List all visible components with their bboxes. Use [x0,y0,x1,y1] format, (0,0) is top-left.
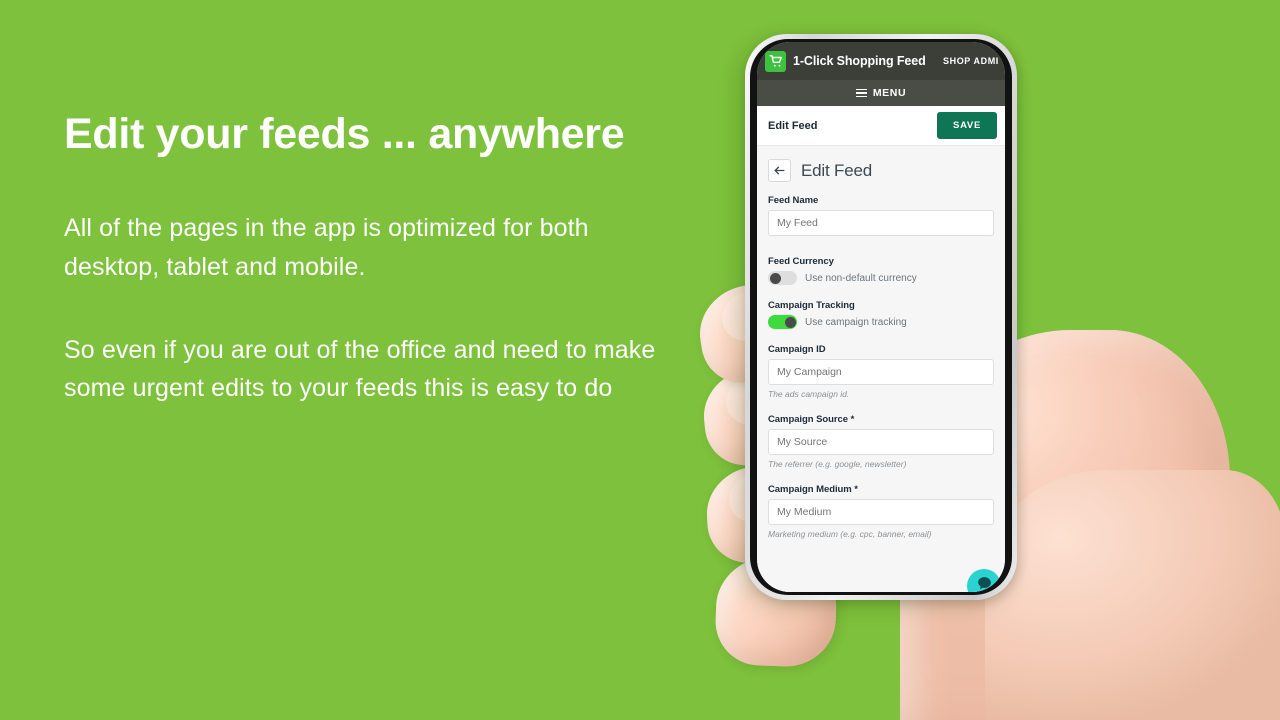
field-help-text: The referrer (e.g. google, newsletter) [768,459,907,469]
shopping-cart-icon [765,50,786,72]
field-label: Campaign Source * [768,414,855,425]
menu-bar[interactable]: MENU [757,80,1005,106]
page-bar-title: Edit Feed [768,119,818,132]
field-label: Feed Currency [768,256,834,267]
toggle-row: Use campaign tracking [768,315,994,329]
edit-feed-form: Edit Feed Feed Name Feed Currency Use no… [757,146,1005,592]
menu-label: MENU [872,87,907,99]
field-label: Feed Name [768,195,819,206]
field-help-text: The ads campaign id. [768,389,850,399]
field-campaign-tracking: Campaign Tracking Use campaign tracking [768,300,994,329]
page-title: Edit your feeds ... anywhere [64,110,625,158]
campaign-id-input[interactable] [768,359,994,385]
app-header-bar: 1-Click Shopping Feed SHOP ADMIN [757,42,1005,80]
save-button[interactable]: SAVE [937,112,997,139]
form-header: Edit Feed [768,159,994,182]
toggle-label: Use non-default currency [805,272,917,284]
form-heading: Edit Feed [801,160,872,180]
marketing-copy: Edit your feeds ... anywhere All of the … [64,110,684,408]
campaign-source-input[interactable] [768,429,994,455]
field-campaign-medium: Campaign Medium * Marketing medium (e.g.… [768,484,994,539]
phone-device: 1-Click Shopping Feed SHOP ADMIN MENU Ed… [745,34,1017,600]
feed-currency-toggle[interactable] [768,271,797,285]
page-bar: Edit Feed SAVE [757,106,1005,146]
feed-name-input[interactable] [768,210,994,236]
field-feed-name: Feed Name [768,195,994,236]
marketing-paragraph-1: All of the pages in the app is optimized… [64,214,589,281]
field-label: Campaign ID [768,344,826,355]
toggle-label: Use campaign tracking [805,316,907,328]
field-feed-currency: Feed Currency Use non-default currency [768,256,994,285]
field-campaign-source: Campaign Source * The referrer (e.g. goo… [768,414,994,469]
marketing-paragraph-2: So even if you are out of the office and… [64,335,656,403]
toggle-row: Use non-default currency [768,271,994,285]
field-campaign-id: Campaign ID The ads campaign id. [768,344,994,399]
field-label: Campaign Tracking [768,300,855,311]
campaign-medium-input[interactable] [768,499,994,525]
field-label: Campaign Medium * [768,484,858,495]
campaign-tracking-toggle[interactable] [768,315,797,329]
chat-bubble-icon[interactable] [967,569,1001,592]
hamburger-icon [855,88,867,98]
palm-lower [985,470,1280,720]
shop-admin-link[interactable]: SHOP ADMIN [943,56,999,66]
field-help-text: Marketing medium (e.g. cpc, banner, emai… [768,529,932,539]
phone-screen: 1-Click Shopping Feed SHOP ADMIN MENU Ed… [757,42,1005,592]
arrow-left-icon[interactable] [768,159,791,182]
phone-bezel: 1-Click Shopping Feed SHOP ADMIN MENU Ed… [750,39,1012,595]
app-title: 1-Click Shopping Feed [793,54,926,68]
